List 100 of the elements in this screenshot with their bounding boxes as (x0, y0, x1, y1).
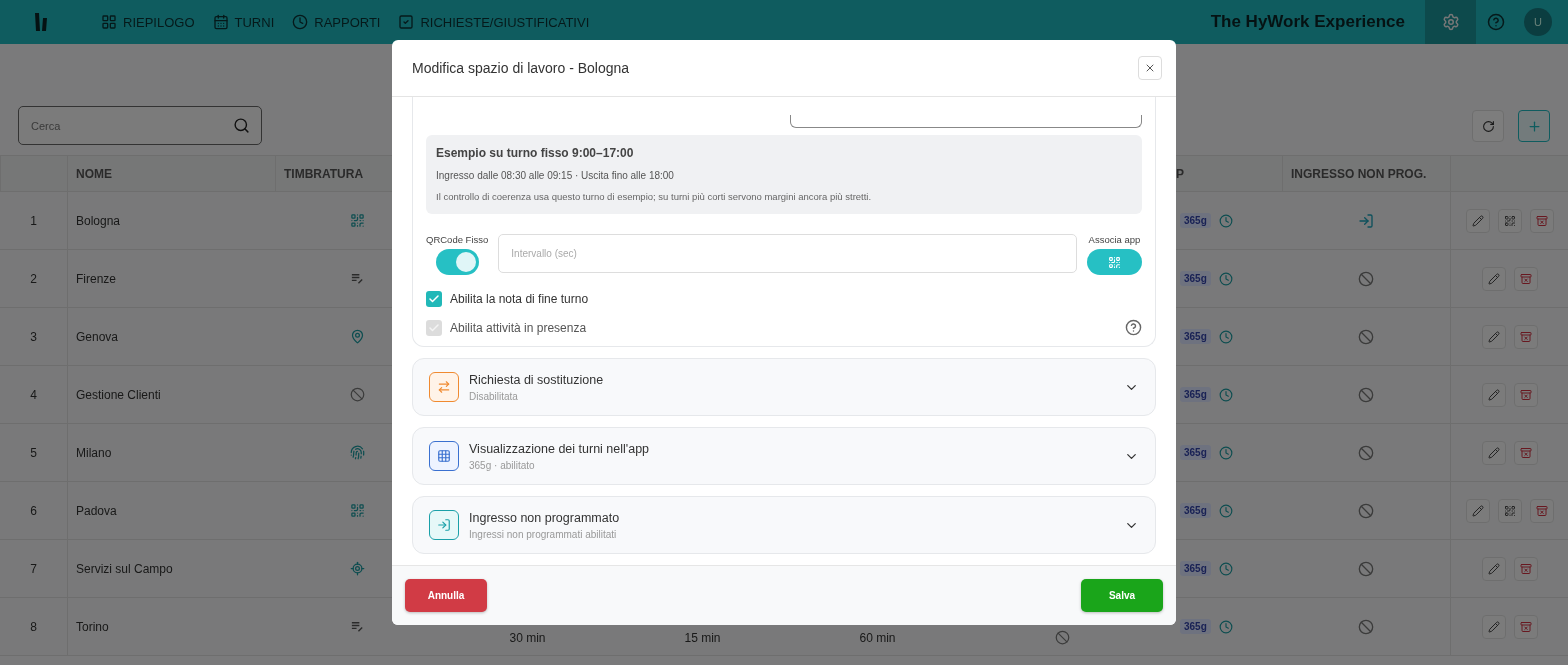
column-header: NOME (76, 166, 112, 181)
section-status: 365g · abilitato (469, 459, 536, 471)
sign-in-icon (1358, 212, 1374, 229)
search-field[interactable]: Cerca (18, 106, 262, 145)
archive-icon (1535, 504, 1548, 517)
settings-icon (1441, 13, 1460, 31)
table-cell: Milano (76, 445, 112, 460)
nav-link[interactable]: RAPPORTI (283, 0, 390, 44)
delete-button[interactable] (1513, 382, 1538, 407)
dashboard-icon (101, 14, 117, 30)
ban-icon (1055, 630, 1070, 645)
accordion-section[interactable]: Ingresso non programmato Ingressi non programmati abilitati (412, 496, 1156, 554)
nav-link[interactable]: RIEPILOGO (92, 0, 204, 44)
section-status: Disabilitata (469, 390, 519, 402)
table-cell: 30 min (509, 631, 546, 645)
delete-button[interactable] (1513, 614, 1538, 639)
edit-button[interactable] (1481, 324, 1506, 349)
close-button[interactable] (1138, 56, 1162, 80)
add-button[interactable] (1518, 110, 1550, 142)
edit-button[interactable] (1481, 556, 1506, 581)
clock-icon (1218, 445, 1233, 460)
logo-icon (34, 12, 50, 32)
archive-icon (1519, 330, 1532, 343)
accordion-section[interactable]: Richiesta di sostituzione Disabilitata (412, 358, 1156, 416)
save-button[interactable]: Salva (1081, 579, 1163, 612)
brand-title: The HyWork Experience (1210, 12, 1406, 32)
app-tag: 365g (1180, 213, 1211, 228)
nav-link[interactable]: RICHIESTE/GIUSTIFICATIVI (389, 0, 599, 44)
row-number: 2 (30, 271, 37, 286)
example-times: Ingresso dalle 08:30 alle 09:15 · Uscita fino alle 18:00 (436, 170, 675, 181)
edit-button[interactable] (1481, 440, 1506, 465)
delete-button[interactable] (1513, 324, 1538, 349)
help-icon (1487, 13, 1505, 31)
clock-icon (1218, 387, 1233, 402)
app-tag: 365g (1180, 561, 1211, 576)
pencil-icon (1487, 562, 1500, 575)
sign-in-icon (437, 518, 451, 532)
help-icon[interactable] (1125, 319, 1142, 336)
row-number: 1 (30, 213, 37, 228)
qr-code-button[interactable] (1497, 498, 1522, 523)
delete-button[interactable] (1513, 266, 1538, 291)
user-avatar[interactable]: U (1524, 8, 1552, 36)
table-cell: Padova (76, 503, 117, 518)
clock-icon (1218, 329, 1233, 344)
settings-button[interactable] (1425, 0, 1476, 44)
accordion-section[interactable]: Visualizzazione dei turni nell'app 365g · abilitato (412, 427, 1156, 485)
input-field[interactable] (790, 115, 1142, 128)
table-cell: Torino (76, 619, 109, 634)
pencil-icon (1471, 504, 1484, 517)
example-title: Esempio su turno fisso 9:00–17:00 (436, 146, 635, 160)
edit-button[interactable] (1481, 614, 1506, 639)
swap-arrows-icon (437, 380, 451, 394)
associate-app-button[interactable] (1087, 249, 1142, 275)
ban-icon (1358, 618, 1374, 635)
edit-button[interactable] (1465, 498, 1490, 523)
pencil-icon (1487, 446, 1500, 459)
table-cell: Servizi sul Campo (76, 561, 173, 576)
checkbox-icon (398, 14, 415, 30)
edit-button[interactable] (1481, 266, 1506, 291)
qr-code-button[interactable] (1497, 208, 1522, 233)
section-title: Visualizzazione dei turni nell'app (469, 441, 651, 456)
cancel-button[interactable]: Annulla (405, 579, 487, 612)
delete-button[interactable] (1513, 556, 1538, 581)
delete-button[interactable] (1529, 208, 1554, 233)
column-header: P (1176, 166, 1184, 181)
clock-icon (1218, 271, 1233, 286)
qr-code-icon (350, 503, 365, 518)
app-tag: 365g (1180, 387, 1211, 402)
ban-icon (1358, 270, 1374, 287)
checkbox-label: Abilita attività in presenza (450, 320, 587, 335)
archive-icon (1519, 620, 1532, 633)
plus-icon (1526, 118, 1542, 134)
table-cell: 15 min (684, 631, 721, 645)
toggle-label: QRCode Fisso (426, 234, 489, 245)
row-number: 3 (30, 329, 37, 344)
column-header: TIMBRATURA (284, 166, 364, 181)
row-number: 4 (30, 387, 37, 402)
qr-code-icon (1503, 504, 1516, 517)
section-title: Richiesta di sostituzione (469, 372, 605, 387)
qr-toggle[interactable] (435, 249, 479, 275)
nav-link[interactable]: TURNI (203, 0, 284, 44)
pencil-icon (1487, 272, 1500, 285)
checkbox[interactable] (426, 291, 442, 307)
table-cell: Firenze (76, 271, 116, 286)
delete-button[interactable] (1529, 498, 1554, 523)
interval-field[interactable]: Intervallo (sec) (498, 234, 1077, 273)
ban-icon (1358, 386, 1374, 403)
section-title: Ingresso non programmato (469, 510, 621, 525)
edit-button[interactable] (1465, 208, 1490, 233)
refresh-button[interactable] (1472, 110, 1504, 142)
list-pencil-icon (350, 619, 365, 634)
section-status: Ingressi non programmati abilitati (469, 528, 618, 540)
table-cell: 60 min (859, 631, 896, 645)
row-number: 5 (30, 445, 37, 460)
edit-button[interactable] (1481, 382, 1506, 407)
delete-button[interactable] (1513, 440, 1538, 465)
checkmark-icon (428, 321, 440, 334)
app-tag: 365g (1180, 503, 1211, 518)
qr-code-icon (1503, 214, 1516, 227)
app-tag: 365g (1180, 329, 1211, 344)
